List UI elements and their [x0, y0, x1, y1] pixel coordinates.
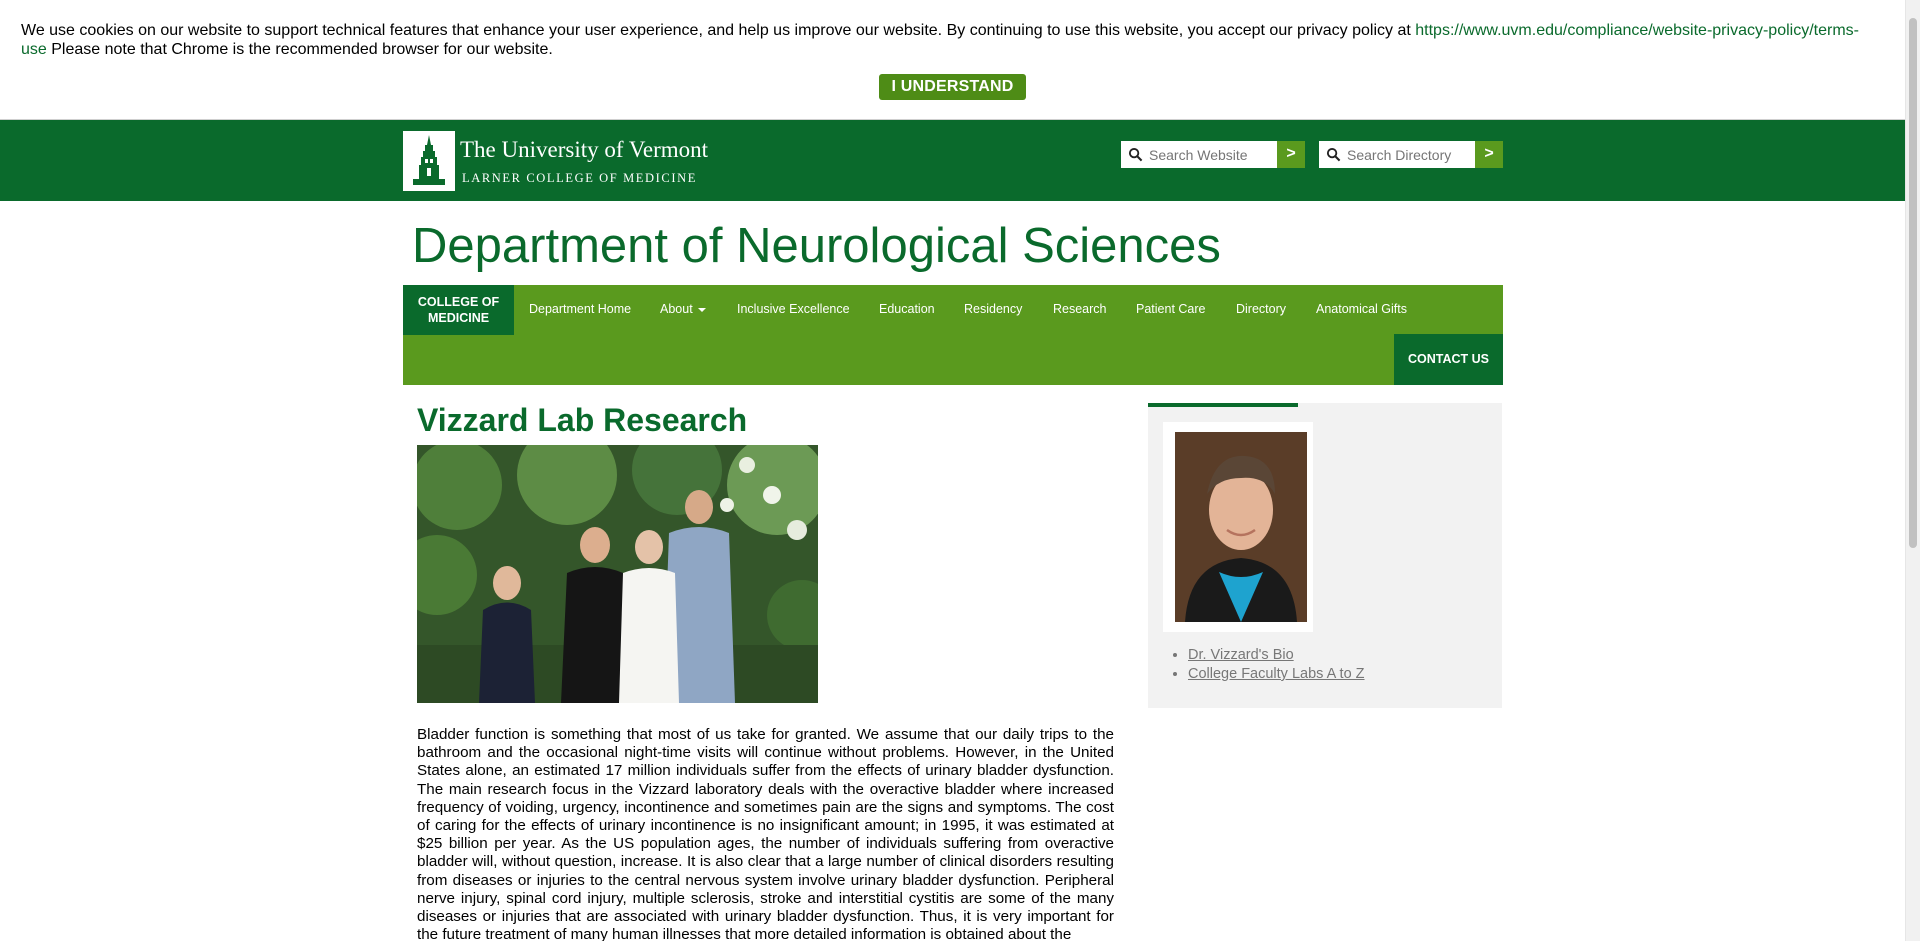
search-directory-input[interactable] — [1347, 141, 1471, 168]
nav-item-patient-care[interactable]: Patient Care — [1136, 302, 1205, 316]
search-icon — [1128, 147, 1143, 162]
search-icon — [1326, 147, 1341, 162]
sidebar-links: Dr. Vizzard's Bio College Faculty Labs A… — [1170, 646, 1365, 684]
scrollbar-thumb[interactable] — [1909, 18, 1917, 548]
nav-item-directory[interactable]: Directory — [1236, 302, 1286, 316]
lab-group-photo — [417, 445, 818, 703]
article-body: Bladder function is something that most … — [417, 726, 1114, 941]
uvm-logo[interactable]: The University of Vermont LARNER COLLEGE… — [403, 131, 708, 191]
nav-item-inclusive-excellence[interactable]: Inclusive Excellence — [737, 302, 850, 316]
search-directory-go-button[interactable]: > — [1475, 141, 1503, 168]
cookie-message-text: We use cookies on our website to support… — [21, 22, 1416, 39]
nav-item-education[interactable]: Education — [879, 302, 935, 316]
nav-item-about[interactable]: About — [660, 302, 706, 316]
cookie-message-end: Please note that Chrome is the recommend… — [46, 41, 553, 58]
nav-item-department-home[interactable]: Department Home — [529, 302, 631, 316]
site-header: The University of Vermont LARNER COLLEGE… — [0, 120, 1905, 201]
nav-item-anatomical-gifts[interactable]: Anatomical Gifts — [1316, 302, 1407, 316]
sidebar-accent-bar — [1148, 403, 1298, 407]
search-website-input[interactable] — [1149, 141, 1273, 168]
home-label-line2: MEDICINE — [427, 311, 490, 325]
department-title: Department of Neurological Sciences — [412, 219, 1221, 273]
logo-university-name: The University of Vermont — [460, 137, 709, 162]
cookie-message: We use cookies on our website to support… — [21, 21, 1881, 59]
list-item: College Faculty Labs A to Z — [1188, 665, 1365, 684]
nav-item-about-label: About — [660, 302, 693, 316]
list-item: Dr. Vizzard's Bio — [1188, 646, 1365, 665]
cookie-banner: We use cookies on our website to support… — [0, 0, 1905, 120]
faculty-labs-link[interactable]: College Faculty Labs A to Z — [1188, 666, 1365, 682]
search-website-field — [1121, 141, 1277, 168]
sidebar: Dr. Vizzard's Bio College Faculty Labs A… — [1148, 403, 1502, 708]
search-directory-field — [1319, 141, 1475, 168]
main-nav: COLLEGE OF MEDICINE Department Home Abou… — [403, 285, 1503, 385]
dr-vizzard-portrait — [1175, 432, 1307, 622]
contact-us-button[interactable]: CONTACT US — [1394, 334, 1503, 385]
dr-vizzard-bio-link[interactable]: Dr. Vizzard's Bio — [1188, 647, 1294, 663]
search-website: > — [1121, 141, 1305, 168]
home-label-line1: COLLEGE OF — [417, 295, 500, 309]
nav-item-research[interactable]: Research — [1053, 302, 1107, 316]
college-of-medicine-home[interactable]: COLLEGE OF MEDICINE — [403, 285, 514, 335]
search-directory: > — [1319, 141, 1503, 168]
page-title: Vizzard Lab Research — [417, 402, 748, 438]
portrait-frame — [1163, 422, 1313, 632]
search-website-go-button[interactable]: > — [1277, 141, 1305, 168]
page: We use cookies on our website to support… — [0, 0, 1905, 941]
uvm-tower-logo-icon — [403, 131, 455, 191]
logo-college-name: LARNER COLLEGE OF MEDICINE — [462, 171, 697, 185]
page-scrollbar[interactable] — [1905, 0, 1920, 941]
i-understand-button[interactable]: I UNDERSTAND — [879, 74, 1026, 100]
nav-item-residency[interactable]: Residency — [964, 302, 1022, 316]
caret-down-icon — [697, 307, 706, 312]
